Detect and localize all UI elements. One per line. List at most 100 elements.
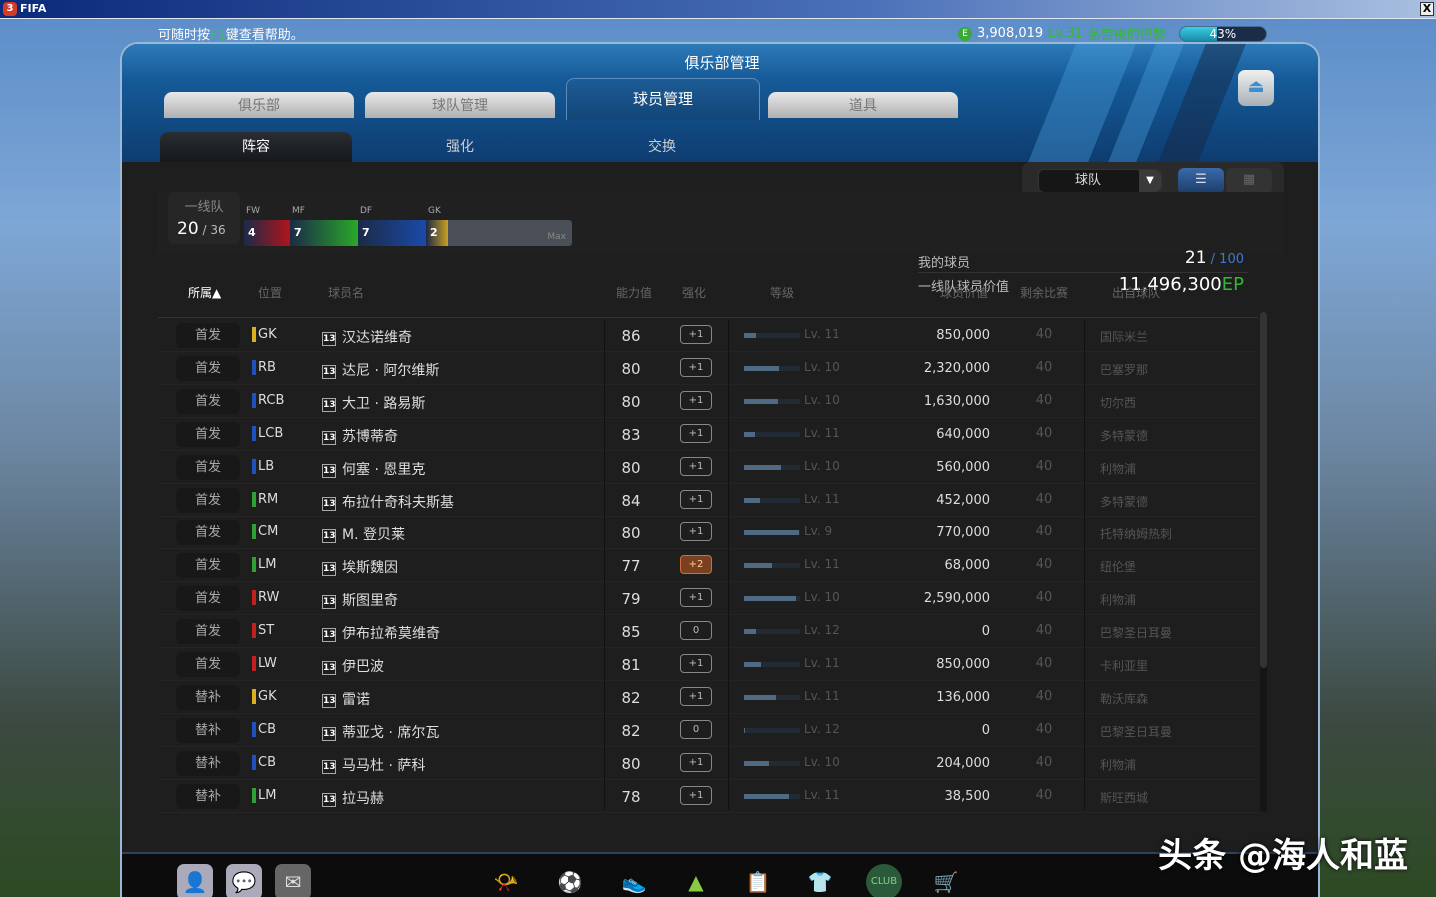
player-value: 38,500	[878, 789, 990, 804]
origin-team: 卡利亚里	[1100, 657, 1148, 674]
player-name-cell[interactable]: 13大卫 · 路易斯	[322, 393, 425, 413]
level-progress-bar	[744, 761, 800, 766]
club-button[interactable]: CLUB	[866, 864, 902, 897]
grid-view-button[interactable]: ▦	[1226, 168, 1272, 194]
player-name: 伊巴波	[342, 659, 384, 675]
season-badge-icon: 13	[322, 529, 336, 543]
table-row[interactable]: 首发 LW 13伊巴波 81 +1 Lv. 11 850,000 40 卡利亚里	[158, 648, 1258, 681]
position-segment-mf: 7	[290, 220, 358, 246]
player-name-cell[interactable]: 13雷诺	[322, 689, 370, 709]
player-name-cell[interactable]: 13蒂亚戈 · 席尔瓦	[322, 722, 439, 742]
tab-team-management[interactable]: 球队管理	[365, 92, 555, 118]
ball-button[interactable]: ⚽	[552, 864, 588, 897]
player-name-cell[interactable]: 13埃斯魏因	[322, 557, 398, 577]
lineup-status[interactable]: 首发	[176, 389, 240, 414]
player-name-cell[interactable]: 13何塞 · 恩里克	[322, 459, 425, 479]
overall-rating: 77	[606, 557, 656, 575]
list-view-button[interactable]: ☰	[1178, 168, 1224, 194]
mail-button[interactable]: ✉	[275, 864, 311, 897]
player-value: 0	[878, 723, 990, 738]
notepad-button[interactable]: 📋	[740, 864, 776, 897]
player-level: Lv. 9	[804, 524, 832, 538]
boots-button[interactable]: 👟	[616, 864, 652, 897]
lineup-status[interactable]: 首发	[176, 652, 240, 677]
column-header[interactable]: 剩余比赛	[1020, 284, 1068, 301]
origin-team: 多特蒙德	[1100, 427, 1148, 444]
lineup-status[interactable]: 首发	[176, 553, 240, 578]
level-progress-bar	[744, 596, 800, 601]
player-name-cell[interactable]: 13汉达诺维奇	[322, 327, 412, 347]
player-name-cell[interactable]: 13布拉什奇科夫斯基	[322, 492, 454, 512]
jersey-button[interactable]: 👕	[802, 864, 838, 897]
ranking-button[interactable]: ▲	[678, 864, 714, 897]
tab-player-management[interactable]: 球员管理	[566, 78, 760, 120]
table-row[interactable]: 首发 CM 13M. 登贝莱 80 +1 Lv. 9 770,000 40 托特…	[158, 516, 1258, 549]
lineup-status[interactable]: 首发	[176, 488, 240, 513]
subtab-lineup[interactable]: 阵容	[160, 132, 352, 162]
table-row[interactable]: 替补 GK 13雷诺 82 +1 Lv. 11 136,000 40 勒沃库森	[158, 681, 1258, 714]
lineup-status[interactable]: 替补	[176, 718, 240, 743]
tab-club[interactable]: 俱乐部	[164, 92, 354, 118]
player-name-cell[interactable]: 13拉马赫	[322, 788, 384, 808]
my-players-count: 21 / 100	[1185, 248, 1244, 268]
table-row[interactable]: 首发 RM 13布拉什奇科夫斯基 84 +1 Lv. 11 452,000 40…	[158, 484, 1258, 517]
first-team-label: 一线队	[168, 196, 240, 215]
player-name-cell[interactable]: 13斯图里奇	[322, 590, 398, 610]
filter-dropdown[interactable]: 球队▼	[1038, 169, 1162, 193]
lineup-status[interactable]: 首发	[176, 619, 240, 644]
player-name-cell[interactable]: 13M. 登贝莱	[322, 524, 405, 544]
lineup-status[interactable]: 替补	[176, 685, 240, 710]
enhance-level-badge: +1	[680, 391, 712, 410]
scrollbar[interactable]	[1260, 312, 1267, 812]
whistle-button[interactable]: 📯	[488, 864, 524, 897]
table-row[interactable]: 替补 CB 13蒂亚戈 · 席尔瓦 82 0 Lv. 12 0 40 巴黎圣日耳…	[158, 714, 1258, 747]
lineup-status[interactable]: 替补	[176, 751, 240, 776]
chat-button[interactable]: 💬	[226, 864, 262, 897]
lineup-status[interactable]: 首发	[176, 323, 240, 348]
table-row[interactable]: 首发 LM 13埃斯魏因 77 +2 Lv. 11 68,000 40 纽伦堡	[158, 549, 1258, 582]
player-name-cell[interactable]: 13苏博蒂奇	[322, 426, 398, 446]
panel-title: 俱乐部管理	[122, 52, 1320, 73]
season-badge-icon: 13	[322, 760, 336, 774]
tab-items[interactable]: 道具	[768, 92, 958, 118]
column-header[interactable]: 能力值	[616, 284, 652, 301]
subtab-upgrade[interactable]: 强化	[364, 132, 556, 162]
lineup-status[interactable]: 首发	[176, 520, 240, 545]
player-name-cell[interactable]: 13达尼 · 阿尔维斯	[322, 360, 439, 380]
position-distribution-bar: Max 4772	[244, 220, 572, 246]
lineup-status[interactable]: 替补	[176, 784, 240, 809]
table-row[interactable]: 替补 LM 13拉马赫 78 +1 Lv. 11 38,500 40 斯旺西城	[158, 780, 1258, 813]
player-level: Lv. 12	[804, 623, 840, 637]
table-row[interactable]: 首发 LB 13何塞 · 恩里克 80 +1 Lv. 10 560,000 40…	[158, 451, 1258, 484]
player-status: E 3,908,019 Lv.31 品尝夜的巴黎 43%	[958, 24, 1267, 43]
column-header[interactable]: 所属▲	[188, 284, 221, 301]
player-name-cell[interactable]: 13伊布拉希莫维奇	[322, 623, 440, 643]
table-row[interactable]: 首发 RB 13达尼 · 阿尔维斯 80 +1 Lv. 10 2,320,000…	[158, 352, 1258, 385]
first-team-count: 一线队 20 / 36	[168, 192, 240, 244]
table-row[interactable]: 首发 RCB 13大卫 · 路易斯 80 +1 Lv. 10 1,630,000…	[158, 385, 1258, 418]
lineup-status[interactable]: 首发	[176, 356, 240, 381]
friends-button[interactable]: 👤	[177, 864, 213, 897]
player-name: 汉达诺维奇	[342, 330, 412, 346]
shop-button[interactable]: 🛒	[928, 864, 964, 897]
column-header[interactable]: 球员名	[328, 284, 364, 301]
eject-button[interactable]: ⏏	[1238, 70, 1274, 106]
lineup-status[interactable]: 首发	[176, 422, 240, 447]
table-row[interactable]: 首发 LCB 13苏博蒂奇 83 +1 Lv. 11 640,000 40 多特…	[158, 418, 1258, 451]
column-header[interactable]: 球员价值	[940, 284, 988, 301]
subtab-trade[interactable]: 交换	[566, 132, 758, 162]
column-header[interactable]: 出自球队	[1112, 284, 1160, 301]
table-row[interactable]: 替补 CB 13马马杜 · 萨科 80 +1 Lv. 10 204,000 40…	[158, 747, 1258, 780]
overall-rating: 79	[606, 590, 656, 608]
column-header[interactable]: 强化	[682, 284, 706, 301]
table-row[interactable]: 首发 ST 13伊布拉希莫维奇 85 0 Lv. 12 0 40 巴黎圣日耳曼	[158, 615, 1258, 648]
close-button[interactable]: X	[1420, 2, 1434, 16]
lineup-status[interactable]: 首发	[176, 455, 240, 480]
column-header[interactable]: 位置	[258, 284, 282, 301]
column-header[interactable]: 等级	[770, 284, 794, 301]
player-name-cell[interactable]: 13马马杜 · 萨科	[322, 755, 425, 775]
table-row[interactable]: 首发 RW 13斯图里奇 79 +1 Lv. 10 2,590,000 40 利…	[158, 582, 1258, 615]
lineup-status[interactable]: 首发	[176, 586, 240, 611]
table-row[interactable]: 首发 GK 13汉达诺维奇 86 +1 Lv. 11 850,000 40 国际…	[158, 319, 1258, 352]
player-name-cell[interactable]: 13伊巴波	[322, 656, 384, 676]
